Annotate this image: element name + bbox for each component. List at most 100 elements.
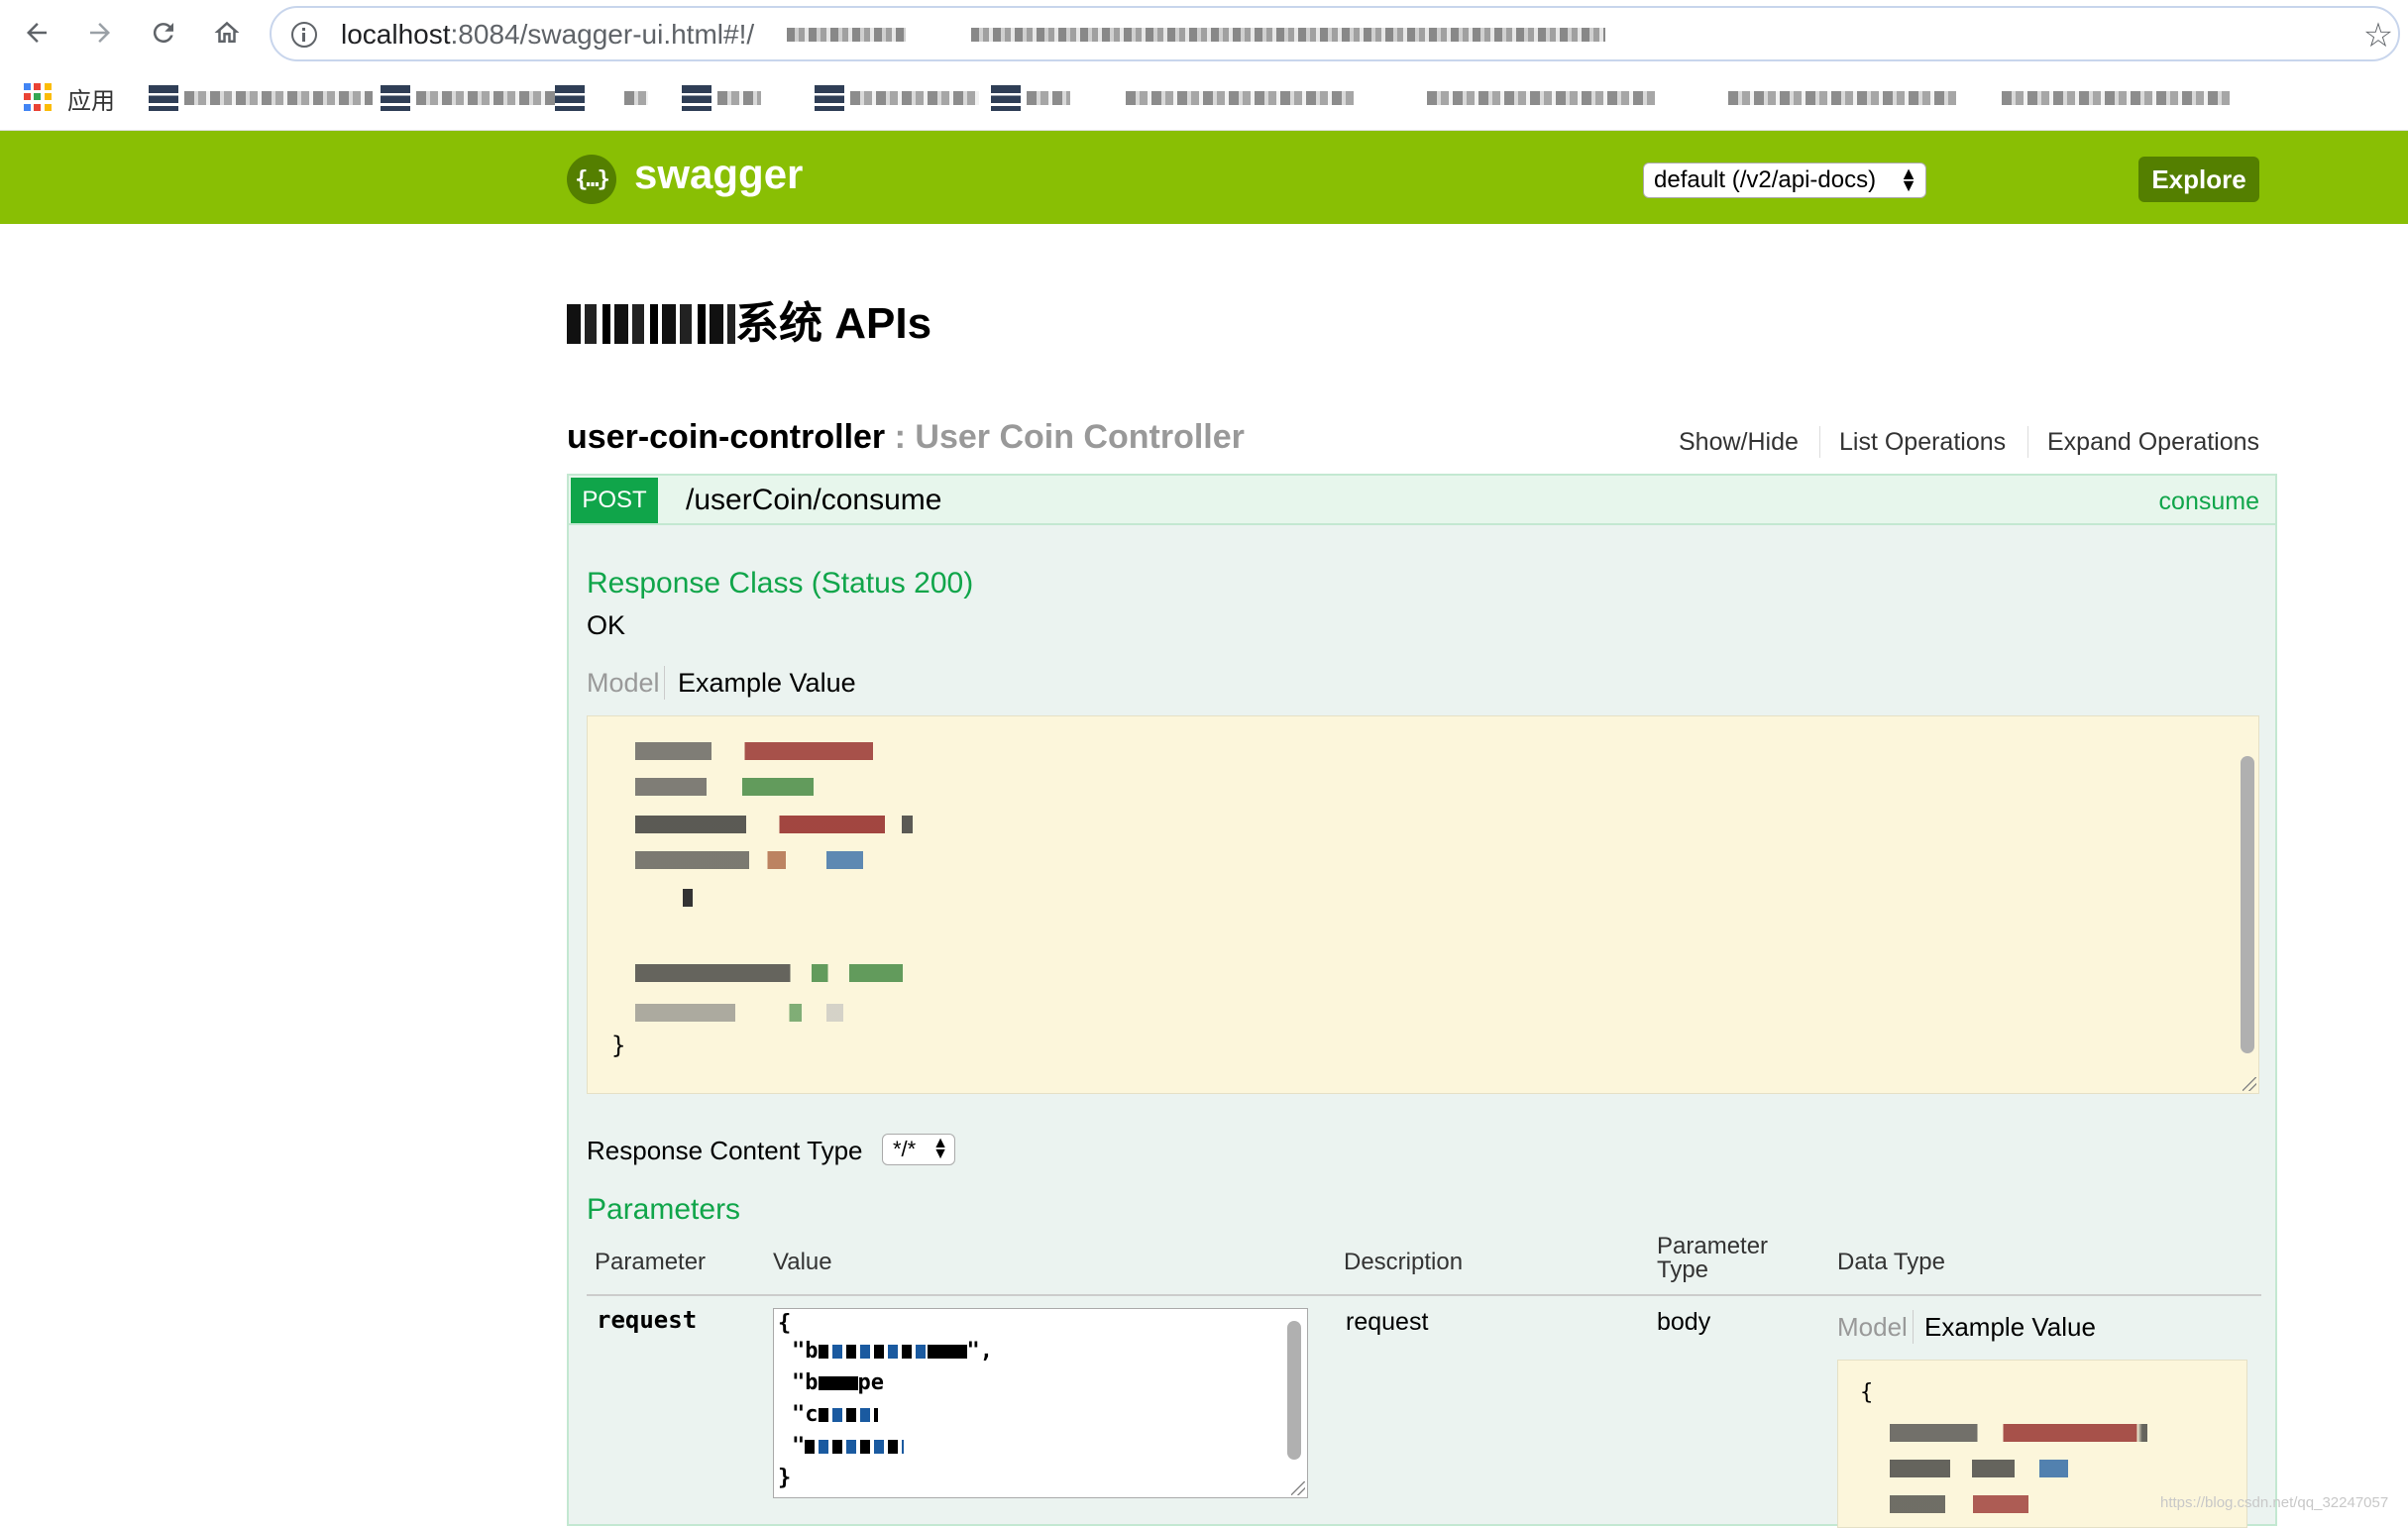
bookmark-icon xyxy=(991,85,1021,111)
column-header-parameter: Parameter xyxy=(595,1249,707,1275)
show-hide-link[interactable]: Show/Hide xyxy=(1679,428,1799,457)
textarea-line-prefix: "b xyxy=(792,1339,819,1364)
reload-button[interactable] xyxy=(141,10,186,55)
link-divider xyxy=(2027,426,2028,458)
bookmark-item[interactable] xyxy=(1126,85,1354,111)
bookmark-icon xyxy=(149,85,178,111)
home-icon xyxy=(214,21,240,43)
operation-path[interactable]: /userCoin/consume xyxy=(686,484,941,517)
code-redacted-line xyxy=(635,778,814,796)
bookmark-item[interactable] xyxy=(149,85,373,111)
bookmark-star-icon[interactable]: ☆ xyxy=(2360,18,2396,54)
code-scrollbar[interactable] xyxy=(2241,756,2254,1053)
swagger-logo-text[interactable]: swagger xyxy=(634,151,803,198)
textarea-line-prefix: "c xyxy=(792,1402,819,1427)
swagger-logo-icon[interactable]: {…} xyxy=(567,155,616,204)
textarea-redacted-text xyxy=(927,1345,967,1359)
data-type-model-tab[interactable]: Model xyxy=(1837,1312,1908,1343)
bookmark-icon xyxy=(555,85,585,111)
browser-toolbar: localhost:8084/swagger-ui.html#!/ ☆ xyxy=(0,0,2408,65)
controller-description: User Coin Controller xyxy=(915,418,1245,456)
list-operations-link[interactable]: List Operations xyxy=(1839,428,2006,457)
controller-heading[interactable]: user-coin-controller : User Coin Control… xyxy=(567,418,1245,457)
textarea-line: "c xyxy=(792,1402,878,1427)
resize-handle-icon[interactable] xyxy=(1291,1481,1305,1495)
code-redacted-line xyxy=(635,964,903,982)
page-title: 系统 APIs xyxy=(567,287,931,351)
code-redacted-line xyxy=(635,851,863,869)
textarea-line: "b ", xyxy=(792,1339,993,1364)
response-example-value-tab[interactable]: Example Value xyxy=(678,668,856,699)
column-header-parameter-type-line2: Type xyxy=(1657,1256,1709,1283)
bookmark-redacted-label xyxy=(1027,91,1070,105)
bookmark-item[interactable] xyxy=(1427,85,1655,111)
response-example-code[interactable]: } xyxy=(587,715,2259,1094)
textarea-line: "b pe xyxy=(792,1370,884,1395)
bookmark-item[interactable] xyxy=(815,85,979,111)
url-redacted-segment xyxy=(971,28,1605,42)
apps-label[interactable]: 应用 xyxy=(67,81,115,116)
parameter-name: request xyxy=(597,1306,698,1334)
response-class-title: Response Class (Status 200) xyxy=(587,567,974,600)
link-divider xyxy=(1819,426,1820,458)
bookmark-redacted-label xyxy=(1126,91,1354,105)
apps-grid-icon[interactable] xyxy=(24,83,52,111)
column-header-description: Description xyxy=(1344,1249,1464,1275)
textarea-redacted-text xyxy=(818,1376,858,1390)
bookmark-redacted-label xyxy=(717,91,761,105)
column-header-parameter-type: Parameter Type xyxy=(1657,1235,1768,1282)
response-model-tab[interactable]: Model xyxy=(587,668,660,699)
bookmark-redacted-label xyxy=(1427,91,1655,105)
code-redacted-line xyxy=(635,742,873,760)
column-header-parameter-type-line1: Parameter xyxy=(1657,1233,1769,1259)
textarea-redacted-text xyxy=(818,1408,878,1422)
code-redacted-line xyxy=(1890,1460,2068,1477)
column-header-data-type: Data Type xyxy=(1837,1249,1945,1275)
response-content-type-select[interactable]: */* ▲ ▼ xyxy=(882,1134,955,1165)
textarea-line: " xyxy=(792,1434,905,1459)
page-title-suffix: 系统 APIs xyxy=(735,299,932,348)
bookmark-item[interactable] xyxy=(624,85,648,111)
code-redacted-line xyxy=(635,816,913,833)
response-content-type-label: Response Content Type xyxy=(587,1136,863,1165)
http-method-badge[interactable]: POST xyxy=(571,478,658,523)
back-button[interactable] xyxy=(14,10,59,55)
textarea-redacted-text xyxy=(818,1345,928,1359)
explore-button[interactable]: Explore xyxy=(2138,157,2259,202)
bookmark-icon xyxy=(815,85,844,111)
watermark: https://blog.csdn.net/qq_32247057 xyxy=(2160,1494,2389,1511)
code-redacted-line xyxy=(1890,1424,2147,1442)
api-spec-select[interactable]: default (/v2/api-docs) ▲ ▼ xyxy=(1643,163,1926,198)
forward-button[interactable] xyxy=(77,10,123,55)
code-redacted-line xyxy=(635,1004,843,1022)
url-redacted-segment xyxy=(787,28,906,42)
data-type-example-value-tab[interactable]: Example Value xyxy=(1924,1312,2096,1343)
controller-name[interactable]: user-coin-controller xyxy=(567,418,885,456)
code-closing-brace: } xyxy=(611,1032,626,1059)
bookmark-icon xyxy=(682,85,711,111)
bookmark-redacted-label xyxy=(184,91,373,105)
operation-header[interactable]: POST /userCoin/consume consume xyxy=(569,476,2275,525)
bookmark-item[interactable] xyxy=(555,85,585,111)
bookmark-item[interactable] xyxy=(381,85,555,111)
bookmark-item[interactable] xyxy=(682,85,761,111)
bookmark-redacted-label xyxy=(624,91,648,105)
select-arrows-icon: ▲ ▼ xyxy=(932,1135,948,1162)
bookmark-item[interactable] xyxy=(2002,85,2230,111)
parameter-value-textarea[interactable]: { "b ", "b pe "c " } xyxy=(773,1308,1308,1498)
bookmark-item[interactable] xyxy=(991,85,1070,111)
home-button[interactable] xyxy=(204,10,250,55)
resize-handle-icon[interactable] xyxy=(2243,1077,2256,1091)
page-title-redacted-prefix xyxy=(567,304,735,344)
info-icon[interactable] xyxy=(291,22,317,48)
column-header-value: Value xyxy=(773,1249,832,1275)
bookmarks-bar: 应用 xyxy=(0,65,2408,131)
address-bar[interactable]: localhost:8084/swagger-ui.html#!/ ☆ xyxy=(270,6,2400,61)
bookmark-item[interactable] xyxy=(1728,85,1956,111)
textarea-line-suffix: ", xyxy=(966,1339,994,1364)
operation-summary[interactable]: consume xyxy=(2159,488,2259,516)
textarea-scrollbar[interactable] xyxy=(1287,1321,1301,1460)
expand-operations-link[interactable]: Expand Operations xyxy=(2047,428,2259,457)
textarea-line-prefix: "b xyxy=(792,1370,819,1395)
bookmark-redacted-label xyxy=(416,91,555,105)
